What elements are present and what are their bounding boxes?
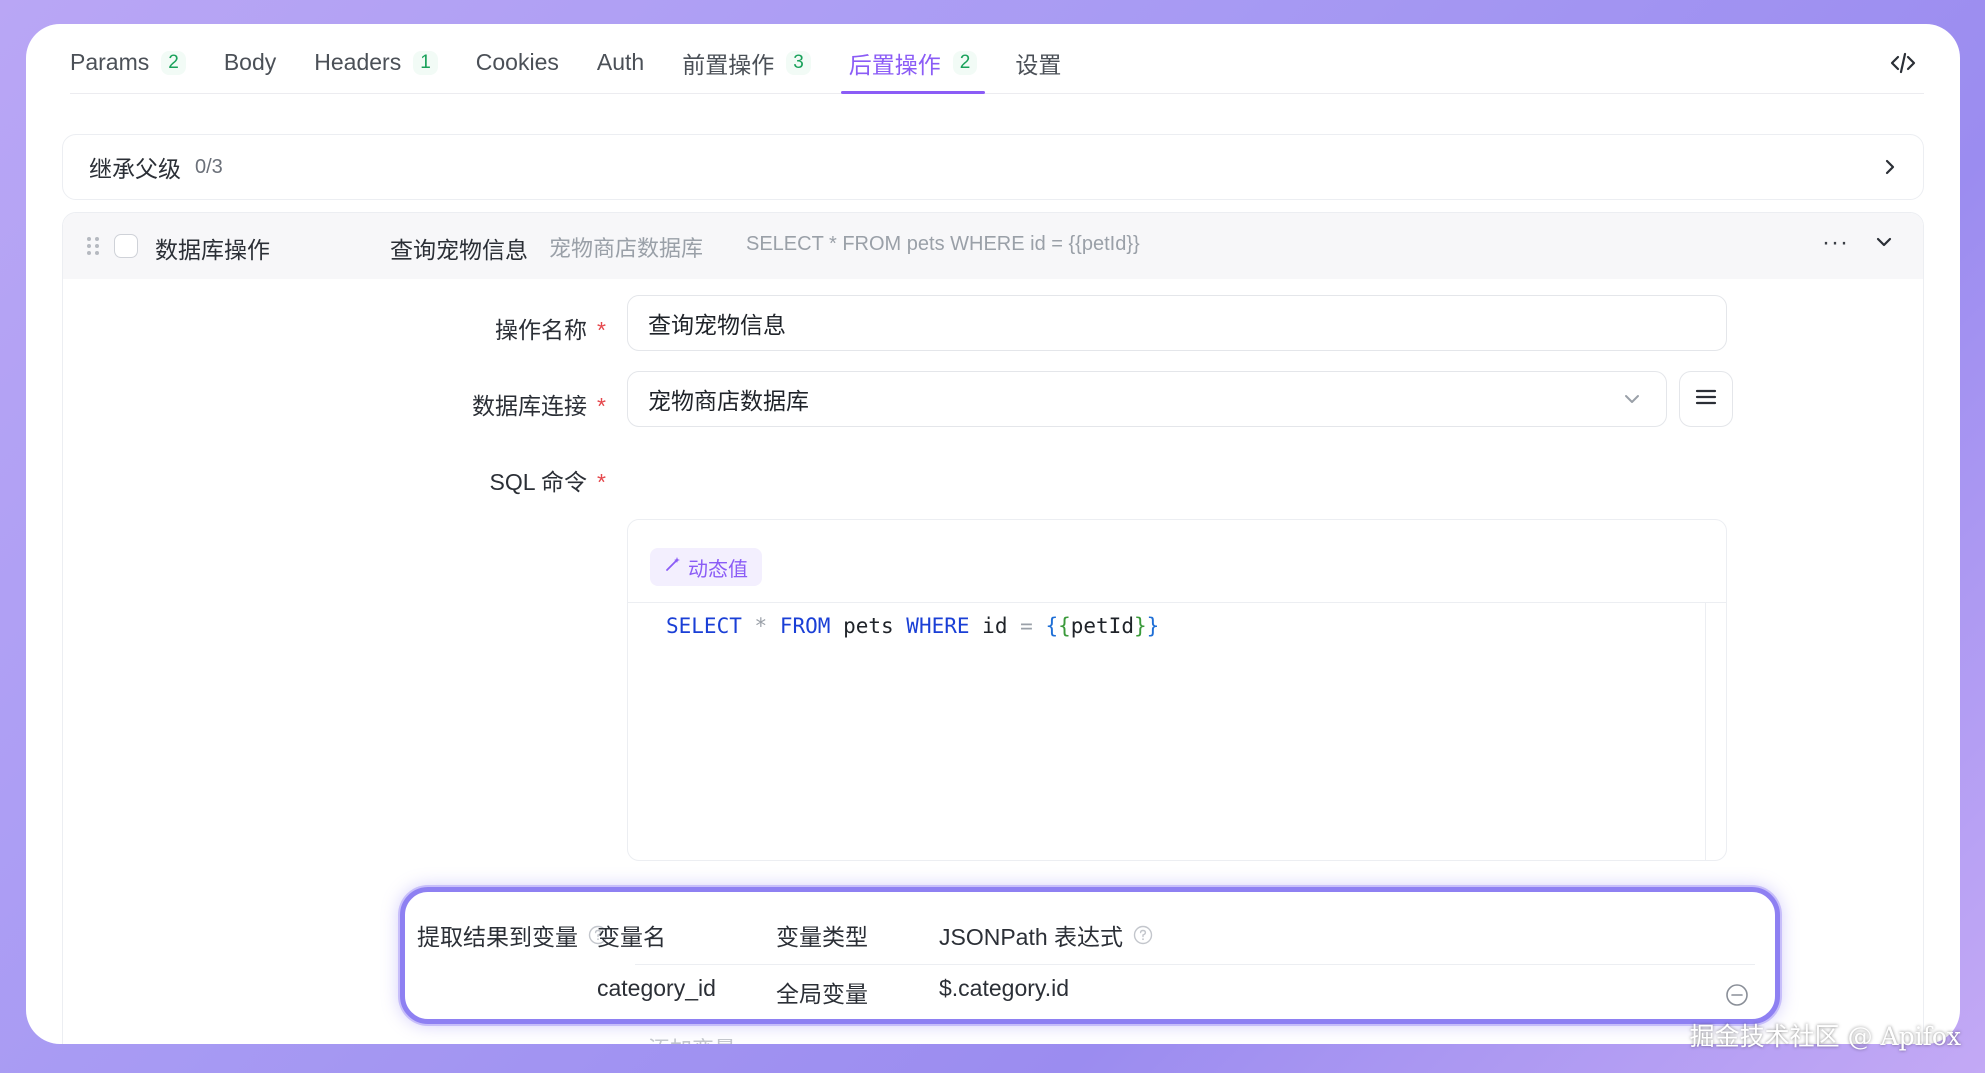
inherit-parent-row[interactable]: 继承父级 0/3: [62, 134, 1924, 200]
operation-db: 宠物商店数据库: [549, 236, 704, 261]
tab-post-operations[interactable]: 后置操作 2: [840, 24, 985, 94]
sql-editor[interactable]: 动态值 SELECT * FROM pets WHERE id = {{petI…: [627, 519, 1727, 861]
operation-name-input[interactable]: 查询宠物信息: [627, 295, 1727, 351]
code-view-icon[interactable]: [1886, 46, 1920, 80]
variable-name-cell[interactable]: category_id: [597, 975, 716, 1002]
extract-divider: [635, 964, 1755, 965]
chevron-down-icon: [1622, 388, 1642, 415]
db-settings-button[interactable]: [1679, 371, 1733, 427]
tab-label: 前置操作: [682, 51, 775, 78]
tab-badge: 2: [161, 50, 186, 75]
operation-type: 数据库操作: [155, 237, 270, 263]
add-variable-button[interactable]: 添加变量: [648, 1032, 736, 1044]
dynamic-value-button[interactable]: 动态值: [650, 548, 762, 586]
inherit-label: 继承父级: [89, 156, 181, 182]
tab-headers[interactable]: Headers 1: [314, 24, 438, 94]
tab-badge: 1: [413, 50, 438, 75]
jsonpath-cell[interactable]: $.category.id: [939, 975, 1069, 1002]
help-icon[interactable]: [1133, 925, 1153, 945]
extract-title: 提取结果到变量: [417, 918, 608, 952]
tab-label: Params: [70, 49, 150, 75]
tab-body[interactable]: Body: [224, 24, 276, 94]
remove-row-icon[interactable]: [1725, 983, 1749, 1012]
dynamic-value-label: 动态值: [688, 558, 748, 581]
drag-handle-icon[interactable]: [86, 235, 100, 262]
tab-auth[interactable]: Auth: [597, 24, 644, 94]
tab-settings[interactable]: 设置: [1015, 24, 1061, 94]
db-connection-value: 宠物商店数据库: [648, 388, 809, 414]
operation-sql-preview: SELECT * FROM pets WHERE id = {{petId}}: [746, 233, 1140, 255]
extract-variables-section: 提取结果到变量 变量名 变量类型 JSONPath 表达式 category_i…: [400, 887, 1780, 1024]
tab-params[interactable]: Params 2: [70, 24, 186, 94]
tab-pre-operations[interactable]: 前置操作 3: [682, 24, 811, 94]
db-connection-label: 数据库连接 *: [472, 393, 606, 419]
tab-badge: 3: [786, 50, 811, 75]
operation-name: 查询宠物信息: [390, 237, 528, 263]
chevron-right-icon[interactable]: [1883, 156, 1897, 183]
watermark: 掘金技术社区 @ Apifox: [1689, 1022, 1961, 1051]
variable-type-cell[interactable]: 全局变量: [776, 975, 868, 1009]
inherit-count: 0/3: [195, 155, 223, 178]
tab-cookies[interactable]: Cookies: [476, 24, 559, 94]
tab-label: Headers: [314, 49, 402, 75]
sql-code-line[interactable]: SELECT * FROM pets WHERE id = {{petId}}: [666, 614, 1159, 638]
tab-label: Auth: [596, 49, 645, 75]
tab-label: 设置: [1015, 51, 1062, 78]
more-options-icon[interactable]: ···: [1822, 229, 1849, 257]
menu-icon: [1695, 388, 1717, 411]
sql-editor-scrollbar[interactable]: [1705, 602, 1706, 860]
column-jsonpath: JSONPath 表达式: [939, 918, 1153, 952]
column-variable-name: 变量名: [597, 924, 666, 950]
tab-label: Body: [223, 49, 277, 75]
post-operations-panel: Params 2 Body Headers 1 Cookies Auth 前置操作 3…: [26, 24, 1960, 1044]
tab-label: 后置操作: [848, 51, 941, 78]
column-variable-type: 变量类型: [776, 924, 868, 950]
sql-command-label: SQL 命令 *: [489, 469, 606, 495]
request-tabs: Params 2 Body Headers 1 Cookies Auth 前置操作 3…: [70, 24, 1924, 94]
magic-wand-icon: [664, 555, 682, 579]
enable-checkbox[interactable]: [114, 234, 138, 258]
operation-name-label: 操作名称 *: [495, 317, 606, 343]
db-connection-select[interactable]: 宠物商店数据库: [627, 371, 1667, 427]
tab-badge: 2: [952, 50, 978, 75]
operation-header[interactable]: 数据库操作 查询宠物信息 宠物商店数据库 SELECT * FROM pets …: [63, 213, 1923, 279]
tab-label: Cookies: [475, 49, 559, 75]
sql-editor-divider: [628, 602, 1726, 603]
chevron-down-icon[interactable]: [1873, 234, 1895, 255]
